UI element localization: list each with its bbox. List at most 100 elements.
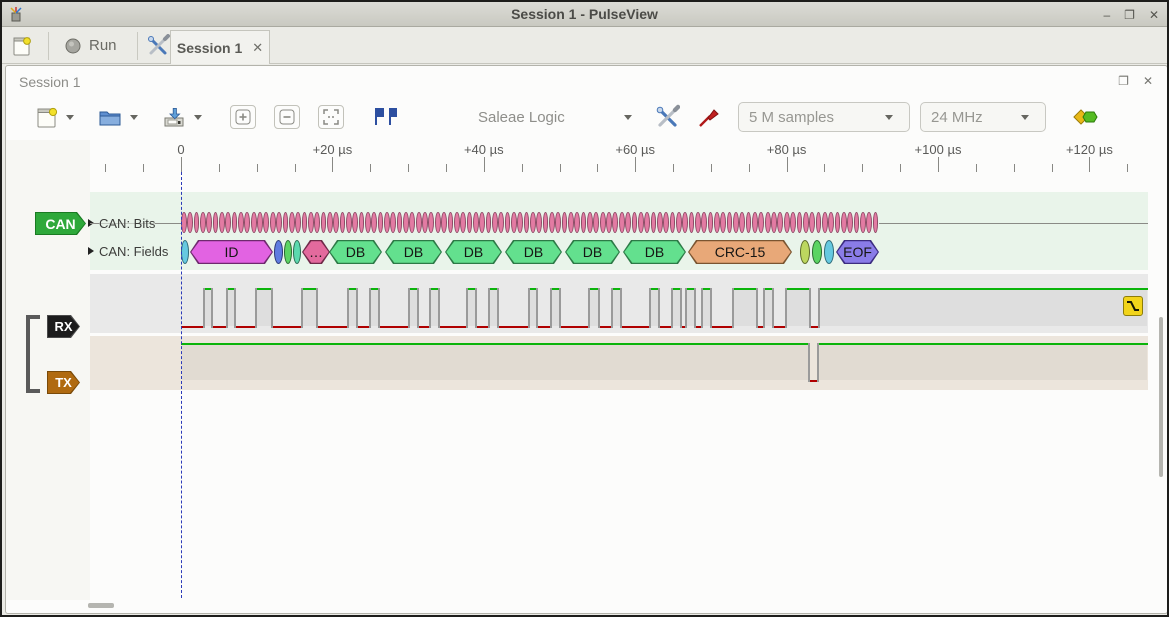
can-field-annotation[interactable] — [274, 240, 283, 264]
can-field-annotation[interactable]: DB — [623, 240, 686, 264]
can-field-label: DB — [566, 241, 618, 262]
trigger-flags-button[interactable] — [370, 105, 400, 129]
can-field-annotation[interactable] — [800, 240, 810, 264]
wave-edge — [818, 288, 820, 328]
save-dropdown-arrow[interactable] — [194, 115, 202, 120]
can-field-annotation[interactable] — [181, 240, 189, 264]
toolbar-separator — [48, 32, 49, 60]
wave-edge — [588, 288, 590, 328]
wave-edge — [559, 288, 561, 328]
can-field-annotation[interactable] — [293, 240, 301, 264]
wave-pulse-fill — [651, 290, 658, 326]
ruler-tick — [257, 164, 258, 172]
can-field-label: … — [303, 241, 328, 262]
wave-edge — [271, 288, 273, 328]
probe-button[interactable] — [694, 102, 724, 132]
can-bit — [866, 212, 872, 233]
open-dropdown-arrow[interactable] — [130, 115, 138, 120]
can-field-annotation[interactable]: ID — [190, 240, 273, 264]
can-bit — [416, 212, 422, 233]
wave-edge — [536, 288, 538, 328]
sample-rate-select[interactable]: 24 MHz — [920, 102, 1046, 132]
zoom-out-button[interactable] — [274, 105, 300, 129]
tab-label: Session 1 — [177, 40, 242, 56]
new-session-button-2[interactable] — [34, 103, 60, 131]
wave-edge — [658, 288, 660, 328]
horizontal-scrollbar-thumb[interactable] — [88, 603, 114, 608]
new-dropdown-arrow[interactable] — [66, 115, 74, 120]
wave-edge — [316, 288, 318, 328]
tab-close-icon[interactable]: ✕ — [252, 40, 263, 56]
channels-button[interactable] — [652, 102, 682, 132]
add-decoder-button[interactable] — [1070, 105, 1102, 129]
can-field-label: CRC-15 — [689, 241, 790, 262]
fields-row-expander[interactable] — [88, 247, 94, 255]
dock-close-button[interactable]: ✕ — [1143, 74, 1153, 88]
device-select[interactable]: Saleae Logic — [478, 109, 638, 126]
wave-edge — [301, 288, 303, 328]
wave-edge — [756, 288, 758, 328]
ruler-tick — [370, 164, 371, 172]
can-field-annotation[interactable]: DB — [385, 240, 442, 264]
can-field-annotation[interactable]: DB — [445, 240, 502, 264]
can-bits-row-label[interactable]: CAN: Bits — [99, 216, 155, 231]
run-button[interactable]: Run — [55, 33, 127, 58]
can-field-annotation[interactable] — [284, 240, 292, 264]
can-bit — [549, 212, 555, 233]
can-fields-row-label[interactable]: CAN: Fields — [99, 244, 168, 259]
ruler-tick — [484, 157, 485, 172]
zoom-in-button[interactable] — [230, 105, 256, 129]
wave-pulse-fill — [787, 290, 809, 326]
can-bit — [841, 212, 847, 233]
tab-session-1[interactable]: Session 1 ✕ — [170, 30, 270, 64]
minimize-button[interactable]: – — [1103, 8, 1110, 22]
new-session-button[interactable] — [10, 33, 34, 59]
can-field-annotation[interactable] — [812, 240, 822, 264]
ruler-tick — [522, 164, 523, 172]
wave-edge — [226, 288, 228, 328]
dock-float-button[interactable]: ❐ — [1118, 74, 1129, 88]
flags-icon — [372, 107, 398, 127]
wave-low-segment — [560, 326, 589, 328]
wave-pulse-fill — [303, 290, 316, 326]
wave-edge — [680, 288, 682, 328]
open-button[interactable] — [96, 104, 124, 130]
wave-edge — [685, 288, 687, 328]
wave-low-segment — [272, 326, 302, 328]
can-field-annotation[interactable]: DB — [505, 240, 562, 264]
can-field-annotation[interactable] — [824, 240, 834, 264]
trigger-marker-badge[interactable] — [1123, 296, 1143, 316]
ruler-tick — [560, 164, 561, 172]
settings-button[interactable] — [144, 32, 172, 60]
new-file-icon — [36, 105, 58, 129]
can-field-label: DB — [506, 241, 560, 262]
zoom-fit-icon — [323, 109, 339, 125]
vertical-scrollbar-thumb[interactable] — [1159, 317, 1163, 477]
can-decoder-tag[interactable]: CAN — [35, 212, 86, 235]
can-field-annotation[interactable]: CRC-15 — [688, 240, 792, 264]
wave-pulse-fill — [182, 345, 808, 380]
can-bit — [352, 212, 358, 233]
wave-edge — [488, 288, 490, 328]
save-button[interactable] — [160, 104, 188, 130]
ruler-tick — [408, 164, 409, 172]
can-bit — [511, 212, 517, 233]
window-title: Session 1 - PulseView — [2, 6, 1167, 22]
can-field-annotation[interactable]: DB — [329, 240, 382, 264]
ruler-tick — [1014, 164, 1015, 172]
close-button[interactable]: ✕ — [1149, 8, 1159, 22]
sample-count-select[interactable]: 5 M samples — [738, 102, 910, 132]
can-field-annotation[interactable]: DB — [565, 240, 620, 264]
wave-edge — [417, 288, 419, 328]
can-bit — [441, 212, 447, 233]
probe-icon — [696, 104, 722, 130]
trigger-time-cursor[interactable] — [181, 172, 182, 598]
can-field-annotation[interactable]: EOF — [836, 240, 879, 264]
can-bit — [238, 212, 244, 233]
zoom-fit-button[interactable] — [318, 105, 344, 129]
maximize-button[interactable]: ❐ — [1124, 8, 1135, 22]
wave-edge — [732, 288, 734, 328]
ruler-tick — [976, 164, 977, 172]
wave-edge — [785, 288, 787, 328]
can-field-label — [813, 241, 821, 263]
